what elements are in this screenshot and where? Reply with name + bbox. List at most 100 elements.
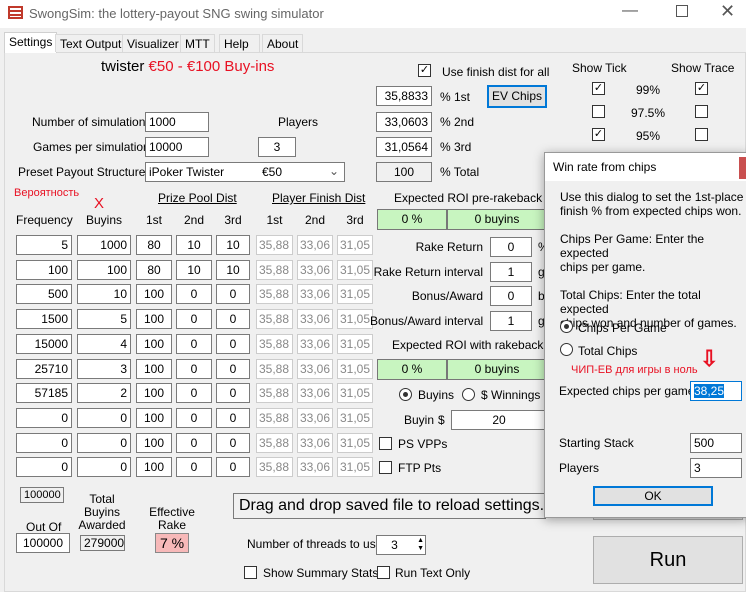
minimize-button[interactable]: — [622,2,638,20]
table-cell[interactable]: 0 [216,358,250,379]
sims-input[interactable]: 1000 [145,112,209,132]
table-cell[interactable]: 0 [16,432,72,453]
table-cell[interactable]: 0 [176,358,212,379]
starting-stack-input[interactable]: 500 [690,433,742,453]
table-cell[interactable]: 0 [216,383,250,404]
table-cell[interactable]: 100 [16,259,72,280]
tab-text-output[interactable]: Text Output [55,34,127,52]
table-cell[interactable]: 1000 [77,235,131,255]
table-cell[interactable]: 100 [136,358,172,379]
ok-button[interactable]: OK [593,486,713,506]
maximize-button[interactable] [676,5,688,17]
table-cell[interactable]: 100 [136,457,172,478]
table-cell[interactable]: 500 [16,284,72,305]
table-cell[interactable]: 0 [176,407,212,428]
table-cell[interactable]: 0 [176,309,212,330]
dialog-close-button[interactable] [739,157,746,179]
show-trace-checkbox[interactable]: ✓ [695,82,708,95]
finish-dist-cell: 31,05 [337,358,373,379]
table-cell[interactable]: 10 [77,284,131,305]
dialog-players-input[interactable]: 3 [690,458,742,478]
table-cell[interactable]: 5 [77,309,131,330]
finish-1st-input[interactable]: 35,8833 [376,86,432,106]
table-cell[interactable]: 10 [176,259,212,280]
table-cell[interactable]: 100 [136,407,172,428]
tab-visualizer[interactable]: Visualizer [122,34,184,52]
table-cell[interactable]: 0 [77,432,131,453]
table-cell[interactable]: 0 [16,407,72,428]
stepper-arrows-icon[interactable]: ▲ ▼ [417,537,424,553]
table-cell[interactable]: 0 [216,333,250,354]
out-of-input[interactable]: 100000 [16,533,70,553]
tab-mtt[interactable]: MTT [180,34,215,52]
close-button[interactable]: ✕ [720,1,735,22]
tab-help[interactable]: Help [219,34,260,52]
table-cell[interactable]: 0 [77,457,131,478]
table-cell[interactable]: 1500 [16,309,72,330]
table-cell[interactable]: 0 [176,457,212,478]
bonus-input[interactable]: 0 [490,286,532,306]
table-cell[interactable]: 0 [176,333,212,354]
table-cell[interactable]: 0 [216,432,250,453]
table-cell[interactable]: 0 [176,383,212,404]
buyin-input[interactable]: 20 [451,410,547,430]
expected-chips-input[interactable]: 38,25 [690,381,742,401]
finish-3rd-input[interactable]: 31,0564 [376,137,432,157]
finish-dist-cell: 33,06 [297,358,333,379]
threads-stepper[interactable]: 3 ▲ ▼ [376,535,426,555]
show-trace-checkbox[interactable] [695,128,708,141]
use-finish-dist-checkbox[interactable]: ✓ [418,64,431,77]
table-cell[interactable]: 0 [77,407,131,428]
table-cell[interactable]: 100 [136,284,172,305]
ftp-pts-checkbox[interactable] [379,461,392,474]
players-input[interactable]: 3 [258,137,296,157]
table-cell[interactable]: 0 [216,457,250,478]
bonus-interval-input[interactable]: 1 [490,311,532,331]
buyins-radio[interactable] [399,388,412,401]
table-cell[interactable]: 15000 [16,333,72,354]
run-text-only-checkbox[interactable] [377,566,390,579]
table-cell[interactable]: 57185 [16,383,72,404]
tab-about[interactable]: About [262,34,304,52]
table-cell[interactable]: 100 [136,432,172,453]
winnings-radio[interactable] [462,388,475,401]
table-cell[interactable]: 100 [136,333,172,354]
finish-dist-cell: 31,05 [337,383,373,404]
chips-per-game-radio[interactable] [560,320,573,333]
ev-chips-button[interactable]: EV Chips [487,85,547,108]
show-tick-checkbox[interactable] [592,105,605,118]
ps-vpps-checkbox[interactable] [379,437,392,450]
table-cell[interactable]: 100 [136,309,172,330]
summary-stats-checkbox[interactable] [244,566,257,579]
preset-select[interactable]: iPoker Twister €50 ⌄ [145,162,345,182]
table-cell[interactable]: 4 [77,333,131,354]
drag-drop-zone[interactable]: Drag and drop saved file to reload setti… [233,493,546,519]
games-input[interactable]: 10000 [145,137,209,157]
table-cell[interactable]: 2 [77,383,131,404]
table-cell[interactable]: 10 [176,235,212,255]
table-cell[interactable]: 0 [16,457,72,478]
table-cell[interactable]: 0 [216,309,250,330]
table-cell[interactable]: 25710 [16,358,72,379]
rake-return-input[interactable]: 0 [490,237,532,257]
table-cell[interactable]: 0 [176,284,212,305]
table-cell[interactable]: 3 [77,358,131,379]
run-button[interactable]: Run [593,536,743,584]
show-tick-checkbox[interactable]: ✓ [592,128,605,141]
table-cell[interactable]: 100 [77,259,131,280]
total-chips-radio[interactable] [560,343,573,356]
table-cell[interactable]: 0 [216,284,250,305]
show-trace-checkbox[interactable] [695,105,708,118]
tab-settings[interactable]: Settings [4,32,58,53]
table-cell[interactable]: 0 [216,407,250,428]
table-cell[interactable]: 10 [216,259,250,280]
table-cell[interactable]: 80 [136,235,172,255]
table-cell[interactable]: 0 [176,432,212,453]
table-cell[interactable]: 100 [136,383,172,404]
finish-2nd-input[interactable]: 33,0603 [376,112,432,132]
table-cell[interactable]: 80 [136,259,172,280]
table-cell[interactable]: 5 [16,235,72,255]
rake-interval-input[interactable]: 1 [490,262,532,282]
table-cell[interactable]: 10 [216,235,250,255]
show-tick-checkbox[interactable]: ✓ [592,82,605,95]
